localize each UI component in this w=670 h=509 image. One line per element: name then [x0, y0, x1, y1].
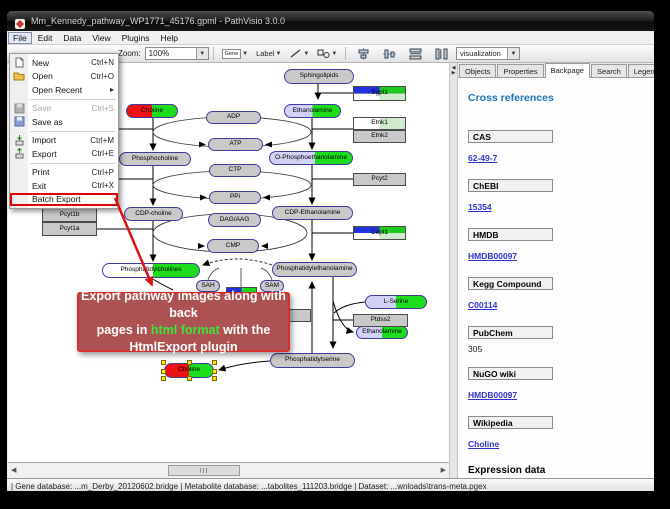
pathway-node-phosphatidylethanolamine[interactable]: Phosphatidylethanolamine — [272, 262, 357, 277]
menu-shortcut: Ctrl+P — [92, 168, 114, 177]
pathway-node-sgpl1[interactable]: Sgpl1 — [353, 86, 406, 101]
pathway-node-phosphocholine[interactable]: Phosphocholine — [119, 152, 191, 166]
file-menu-item-export[interactable]: ExportCtrl+E — [10, 147, 118, 161]
selection-handle[interactable] — [212, 369, 217, 374]
annotation-line3: HtmlExport plugin — [79, 339, 288, 356]
file-menu-item-exit[interactable]: ExitCtrl+X — [10, 179, 118, 193]
selection-handle[interactable] — [187, 360, 192, 365]
import-icon — [10, 135, 28, 146]
menu-item-label: Save — [28, 103, 92, 113]
selection-handle[interactable] — [187, 376, 192, 381]
selection-handle[interactable] — [161, 376, 166, 381]
file-menu-item-open[interactable]: OpenCtrl+O — [10, 70, 118, 84]
selection-handle[interactable] — [161, 360, 166, 365]
menu-item-label: Import — [28, 135, 90, 145]
file-menu-popup: NewCtrl+NOpenCtrl+OOpen Recent▸SaveCtrl+… — [9, 53, 119, 209]
pathway-node-pcyt1a[interactable]: Pcyt1a — [42, 222, 97, 236]
selection-handle[interactable] — [212, 360, 217, 365]
pathway-node-dag-aag[interactable]: DAG/AAG — [208, 213, 261, 227]
annotation-line2: pages in html format with the — [79, 322, 288, 339]
pathway-node-phosphatidylcholines[interactable]: Phosphatidylcholines — [102, 263, 200, 278]
menu-item-label: Batch Export — [28, 194, 114, 204]
pathway-node-l-serine[interactable]: L-Serine — [365, 295, 427, 309]
pathway-node-cmp[interactable]: CMP — [207, 239, 259, 253]
pathway-node-ptdss2[interactable]: Ptdss2 — [353, 314, 408, 327]
menu-shortcut: Ctrl+X — [92, 181, 114, 190]
file-menu-item-print[interactable]: PrintCtrl+P — [10, 166, 118, 180]
pathway-node-choline-selected[interactable]: Choline — [164, 363, 214, 378]
file-menu-item-new[interactable]: NewCtrl+N — [10, 56, 118, 70]
selection-handle[interactable] — [161, 369, 166, 374]
pathway-node-etnk1[interactable]: Etnk1 — [353, 117, 406, 130]
file-menu-item-save-as[interactable]: Save as — [10, 115, 118, 129]
menu-separator — [30, 131, 116, 132]
pathway-node-ctp[interactable]: CTP — [209, 164, 261, 177]
file-menu-item-batch-export[interactable]: Batch Export — [10, 193, 118, 207]
pathway-node-adp[interactable]: ADP — [206, 111, 261, 124]
export-icon — [10, 148, 28, 159]
pathway-node-ppi[interactable]: PPi — [209, 191, 261, 204]
pathway-node-choline-top[interactable]: Choline — [126, 104, 178, 118]
menu-item-label: Open Recent — [28, 85, 110, 95]
submenu-arrow-icon: ▸ — [110, 85, 114, 94]
menu-shortcut: Ctrl+E — [92, 149, 114, 158]
save-as-icon — [10, 116, 28, 127]
pathway-node-cdp-choline[interactable]: CDP-choline — [124, 207, 183, 221]
annotation-highlight: html format — [151, 323, 220, 337]
pathway-node-ethanolamine-top[interactable]: Ethanolamine — [284, 104, 341, 118]
menu-item-label: Print — [28, 167, 92, 177]
menu-shortcut: Ctrl+O — [91, 72, 114, 81]
menu-shortcut: Ctrl+N — [91, 58, 114, 67]
pathway-node-atp[interactable]: ATP — [208, 138, 263, 151]
menu-item-label: Exit — [28, 181, 92, 191]
selection-handle[interactable] — [212, 376, 217, 381]
save-icon — [10, 103, 28, 114]
annotation-line1: Export pathway images along with back — [79, 288, 288, 322]
open-folder-icon — [10, 71, 28, 81]
file-menu-item-import[interactable]: ImportCtrl+M — [10, 134, 118, 148]
menu-item-label: New — [28, 58, 91, 68]
pathway-node-sphingolipids[interactable]: Sphingolipids — [284, 69, 354, 84]
pathway-node-o-phosphoethanolamine[interactable]: O-Phosphoethanolamine — [269, 151, 353, 165]
file-menu-item-save[interactable]: SaveCtrl+S — [10, 102, 118, 116]
menu-item-label: Save as — [28, 117, 114, 127]
screenshot-frame: Mm_Kennedy_pathway_WP1771_45176.gpml - P… — [0, 0, 670, 509]
menu-separator — [30, 99, 116, 100]
menu-shortcut: Ctrl+S — [92, 104, 114, 113]
menu-item-label: Open — [28, 71, 91, 81]
pathway-node-ethanolamine-bottom[interactable]: Ethanolamine — [356, 326, 408, 339]
pathway-node-gene-partial[interactable] — [287, 309, 311, 322]
pathvisio-window: Mm_Kennedy_pathway_WP1771_45176.gpml - P… — [6, 10, 655, 492]
pathway-node-cept1[interactable]: Cept1 — [353, 226, 406, 240]
menu-item-label: Export — [28, 149, 92, 159]
menu-shortcut: Ctrl+M — [90, 136, 114, 145]
pathway-node-pcyt2[interactable]: Pcyt2 — [353, 173, 406, 186]
pathway-node-cdp-ethanolamine[interactable]: CDP-Ethanolamine — [272, 206, 353, 220]
menu-separator — [30, 163, 116, 164]
new-file-icon — [10, 57, 28, 68]
annotation-callout: Export pathway images along with back pa… — [77, 292, 290, 352]
pathway-node-etnk2[interactable]: Etnk2 — [353, 130, 406, 143]
file-menu-item-open-recent[interactable]: Open Recent▸ — [10, 83, 118, 97]
pathway-node-pcyt1b[interactable]: Pcyt1b — [42, 208, 97, 222]
